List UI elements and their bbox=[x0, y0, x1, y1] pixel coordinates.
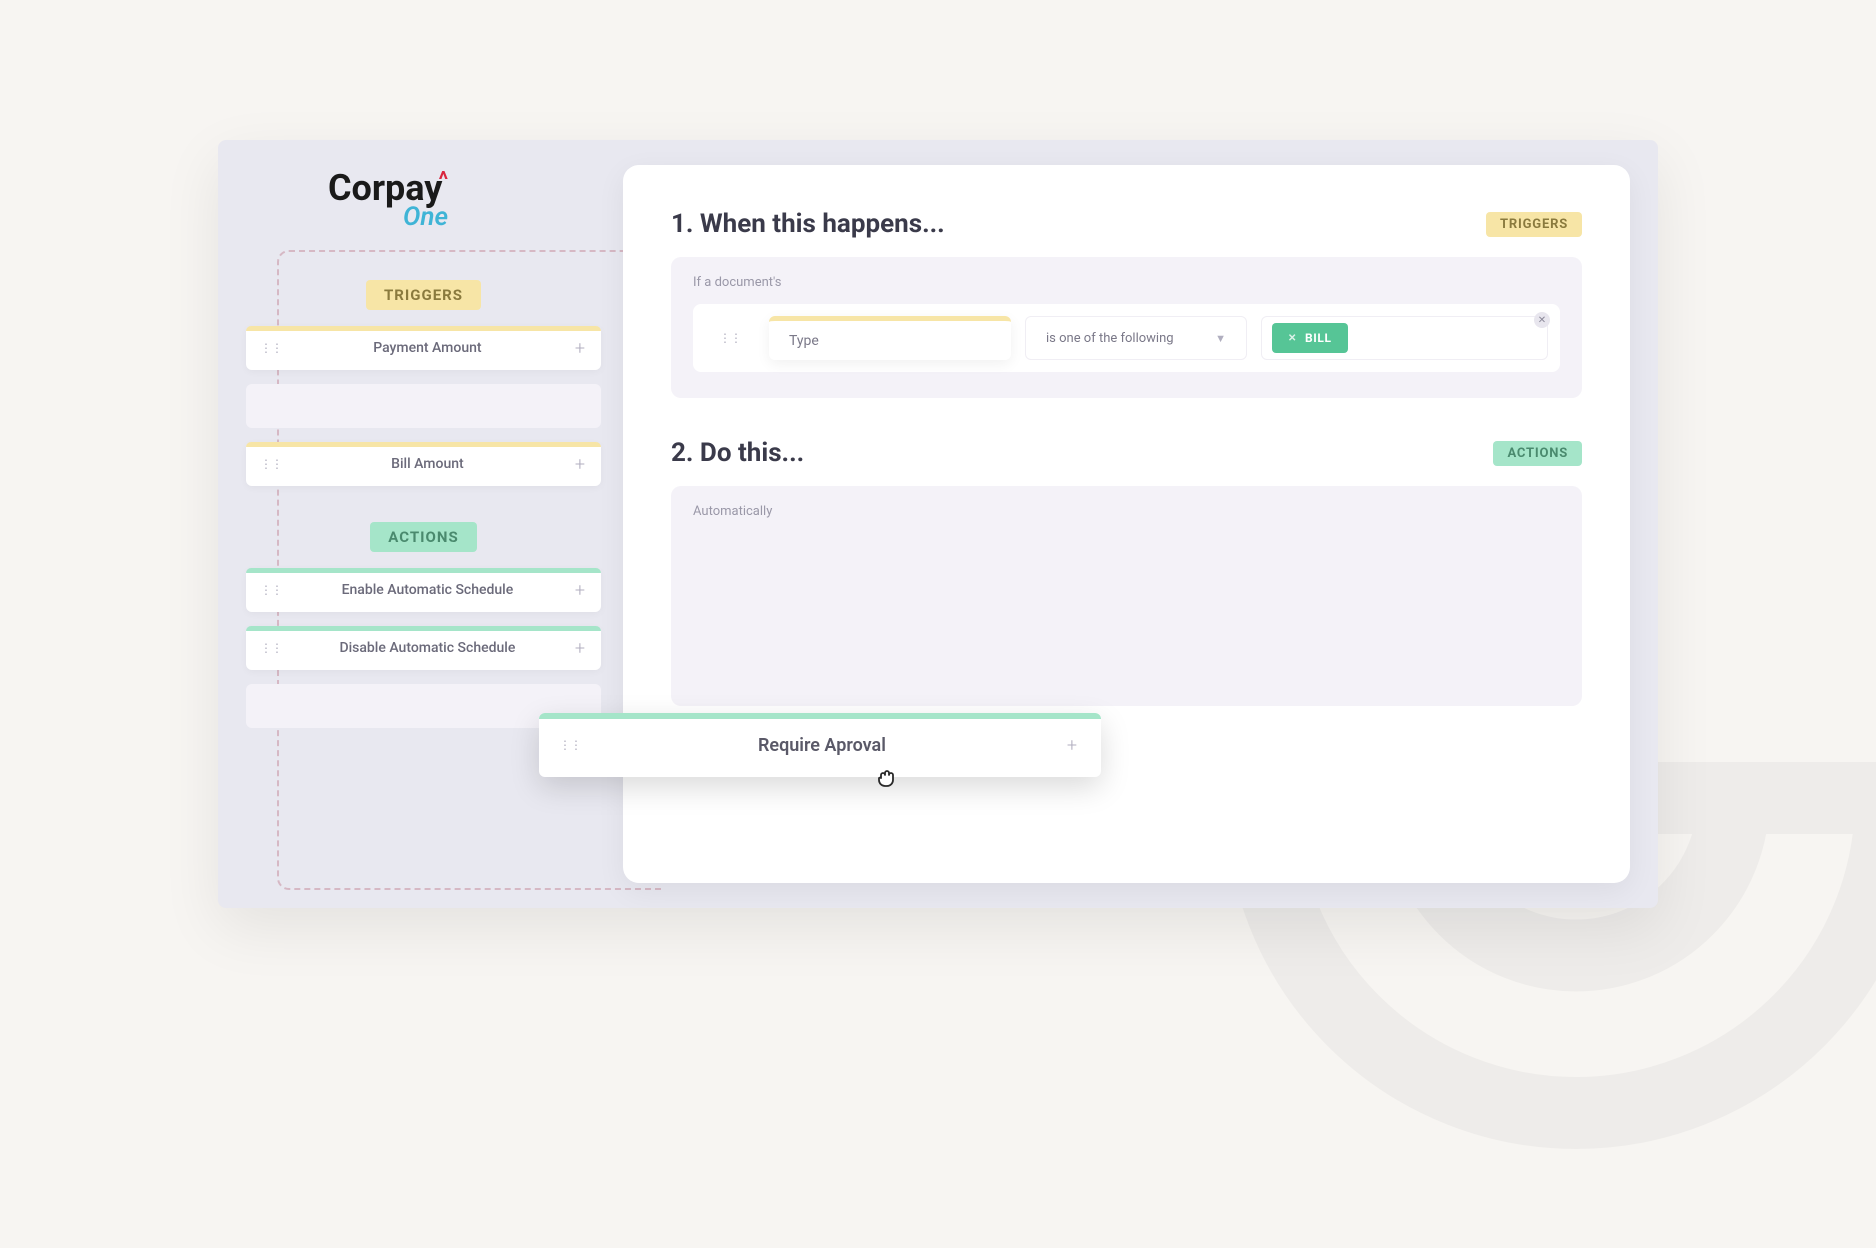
chevron-down-icon: ▼ bbox=[1215, 332, 1226, 345]
trigger-accent bbox=[246, 442, 601, 447]
remove-pill-icon[interactable]: ✕ bbox=[1288, 333, 1297, 344]
action-card-enable-schedule[interactable]: ⋮⋮ Enable Automatic Schedule + bbox=[246, 568, 601, 612]
drag-handle-icon[interactable]: ⋮⋮ bbox=[539, 738, 601, 752]
value-pill[interactable]: ✕ BILL bbox=[1272, 323, 1348, 353]
action-label: Enable Automatic Schedule bbox=[296, 582, 559, 598]
trigger-label: Bill Amount bbox=[296, 456, 559, 472]
add-icon[interactable]: + bbox=[559, 580, 601, 601]
trigger-card-payment-amount[interactable]: ⋮⋮ Payment Amount + bbox=[246, 326, 601, 370]
drag-handle-icon[interactable]: ⋮⋮ bbox=[246, 641, 296, 655]
action-card-disable-schedule[interactable]: ⋮⋮ Disable Automatic Schedule + bbox=[246, 626, 601, 670]
action-accent bbox=[246, 568, 601, 573]
condition-field-select[interactable]: Type bbox=[769, 316, 1011, 360]
trigger-card-bill-amount[interactable]: ⋮⋮ Bill Amount + bbox=[246, 442, 601, 486]
trigger-label: Payment Amount bbox=[296, 340, 559, 356]
pill-text: BILL bbox=[1305, 331, 1332, 345]
action-accent bbox=[246, 626, 601, 631]
action-hint: Automatically bbox=[693, 504, 1560, 519]
condition-value-input[interactable]: ✕ BILL bbox=[1261, 316, 1548, 360]
sidebar: TRIGGERS ⋮⋮ Payment Amount + ⋮⋮ Bill Amo… bbox=[246, 280, 601, 742]
drag-handle-icon[interactable]: ⋮⋮ bbox=[246, 457, 296, 471]
action-accent bbox=[539, 713, 1101, 719]
drag-handle-icon[interactable]: ⋮⋮ bbox=[246, 341, 296, 355]
brand-caret-icon: ^ bbox=[438, 168, 448, 193]
trigger-accent bbox=[246, 326, 601, 331]
app-frame: Corpay^ One TRIGGERS ⋮⋮ Payment Amount +… bbox=[218, 140, 1658, 908]
drag-handle-icon[interactable]: ⋮⋮ bbox=[246, 583, 296, 597]
step2-title: 2. Do this... bbox=[671, 438, 804, 468]
add-icon[interactable]: + bbox=[1043, 735, 1101, 756]
add-icon[interactable]: + bbox=[559, 638, 601, 659]
step1-title: 1. When this happens... bbox=[671, 209, 945, 239]
brand-logo: Corpay^ One bbox=[328, 170, 448, 230]
dragging-action-card[interactable]: ⋮⋮ Require Aproval + bbox=[539, 713, 1101, 777]
dragging-label: Require Aproval bbox=[601, 735, 1043, 756]
condition-field-value: Type bbox=[789, 333, 819, 349]
action-label: Disable Automatic Schedule bbox=[296, 640, 559, 656]
condition-operator-select[interactable]: is one of the following ▼ bbox=[1025, 316, 1247, 360]
add-icon[interactable]: + bbox=[559, 454, 601, 475]
condition-operator-value: is one of the following bbox=[1046, 331, 1174, 346]
actions-section-label: ACTIONS bbox=[370, 522, 476, 552]
condition-row: ⋮⋮ Type is one of the following ▼ ✕ BILL… bbox=[693, 304, 1560, 372]
add-icon[interactable]: + bbox=[559, 338, 601, 359]
remove-row-button[interactable]: ✕ bbox=[1534, 312, 1550, 328]
trigger-condition-box: If a document's ⋮⋮ Type is one of the fo… bbox=[671, 257, 1582, 398]
triggers-badge: TRIGGERS bbox=[1486, 212, 1582, 237]
triggers-section-label: TRIGGERS bbox=[366, 280, 481, 310]
condition-hint: If a document's bbox=[693, 275, 1560, 290]
action-drop-box[interactable]: Automatically bbox=[671, 486, 1582, 706]
drag-handle-icon[interactable]: ⋮⋮ bbox=[705, 331, 755, 345]
actions-badge: ACTIONS bbox=[1493, 441, 1582, 466]
empty-slot[interactable] bbox=[246, 384, 601, 428]
